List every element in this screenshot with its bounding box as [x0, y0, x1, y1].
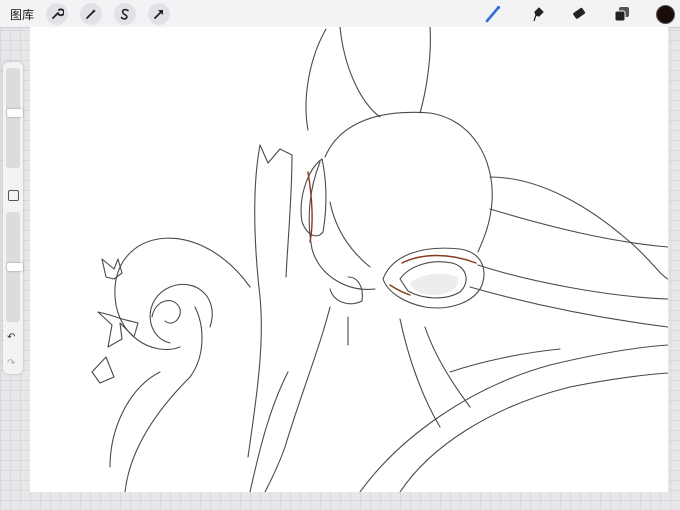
top-toolbar: 图库: [0, 0, 680, 28]
eraser-icon[interactable]: [568, 3, 590, 25]
smudge-icon[interactable]: [526, 3, 548, 25]
undo-icon[interactable]: ↶: [7, 332, 15, 343]
layers-icon[interactable]: [611, 3, 633, 25]
opacity-handle[interactable]: [7, 263, 23, 271]
redo-icon[interactable]: ↷: [7, 358, 15, 369]
brush-icon[interactable]: [482, 3, 504, 25]
brush-size-handle[interactable]: [7, 109, 23, 117]
color-swatch-button[interactable]: [656, 5, 675, 24]
drawing-canvas[interactable]: [30, 27, 668, 492]
selection-s-icon[interactable]: [114, 3, 136, 25]
wrench-icon[interactable]: [46, 3, 68, 25]
opacity-slider[interactable]: [6, 212, 23, 322]
transform-arrow-icon[interactable]: [148, 3, 170, 25]
left-sidebar: ↶ ↷: [3, 62, 23, 374]
magic-wand-icon[interactable]: [80, 3, 102, 25]
modify-button[interactable]: [8, 190, 19, 201]
gallery-button[interactable]: 图库: [10, 6, 34, 23]
brush-size-slider[interactable]: [6, 68, 23, 168]
line-sketch: [91, 27, 668, 492]
